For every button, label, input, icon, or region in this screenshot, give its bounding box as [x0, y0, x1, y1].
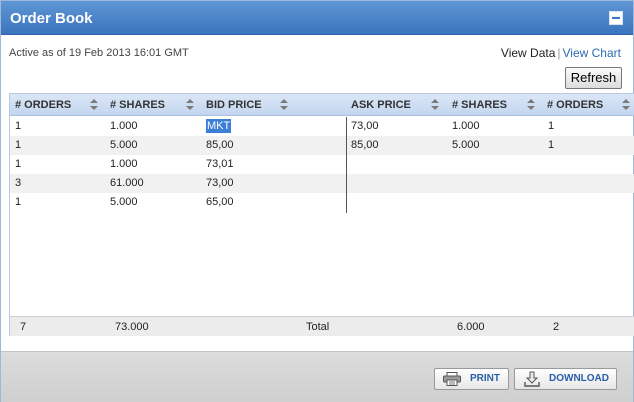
minimize-icon[interactable]: [609, 11, 623, 25]
ask-shares-cell: 1.000: [452, 120, 480, 132]
bid-orders-cell: 3: [15, 177, 22, 189]
table-header: # ORDERS # SHARES BID PRICE ASK PRICE # …: [10, 94, 634, 116]
col-header-ask-shares[interactable]: # SHARES: [452, 94, 507, 116]
total-bid-shares: 73.000: [115, 321, 149, 333]
title-bar: Order Book: [1, 1, 633, 35]
download-button[interactable]: DOWNLOAD: [514, 368, 617, 390]
bid-price-cell: 73,01: [206, 158, 234, 170]
col-header-ask-price[interactable]: ASK PRICE: [351, 94, 411, 116]
bid-orders-cell: 1: [15, 139, 22, 151]
table-row[interactable]: 1 5.000 65,00: [10, 193, 634, 212]
order-book-window: Order Book Active as of 19 Feb 2013 16:0…: [0, 0, 634, 402]
view-separator: |: [557, 46, 561, 60]
sort-icon[interactable]: [622, 99, 630, 111]
bid-shares-cell: 61.000: [110, 177, 144, 189]
bid-price-cell: 65,00: [206, 196, 234, 208]
col-header-bid-price[interactable]: BID PRICE: [206, 94, 262, 116]
table-row[interactable]: 3 61.000 73,00: [10, 174, 634, 193]
totals-row: 7 73.000 Total 6.000 2: [10, 316, 634, 336]
refresh-button[interactable]: Refresh: [565, 67, 622, 89]
print-label: PRINT: [470, 373, 500, 384]
bid-price-cell: MKT: [206, 119, 232, 133]
window-title: Order Book: [10, 10, 93, 27]
total-bid-orders: 7: [20, 321, 27, 333]
bid-shares-cell: 1.000: [110, 158, 138, 170]
bid-shares-cell: 5.000: [110, 196, 138, 208]
table-row[interactable]: 1 5.000 85,00 85,00 5.000 1: [10, 136, 634, 155]
bid-shares-cell: 1.000: [110, 120, 138, 132]
ask-shares-cell: 5.000: [452, 139, 480, 151]
sort-icon[interactable]: [186, 99, 194, 111]
print-button[interactable]: PRINT: [434, 368, 509, 390]
total-ask-orders: 2: [553, 321, 560, 333]
bid-shares-cell: 5.000: [110, 139, 138, 151]
sort-icon[interactable]: [280, 99, 288, 111]
total-label: Total: [306, 321, 330, 333]
total-ask-shares: 6.000: [457, 321, 485, 333]
status-text: Active as of 19 Feb 2013 16:01 GMT: [9, 47, 189, 59]
download-icon: [524, 371, 540, 387]
bid-orders-cell: 1: [15, 196, 22, 208]
view-data-link[interactable]: View Data: [501, 46, 555, 60]
sort-icon[interactable]: [90, 99, 98, 111]
col-header-bid-shares[interactable]: # SHARES: [110, 94, 165, 116]
table-row[interactable]: 1 1.000 MKT 73,00 1.000 1: [10, 117, 634, 136]
ask-price-cell: 73,00: [351, 120, 379, 132]
view-chart-link[interactable]: View Chart: [563, 46, 621, 60]
printer-icon: [443, 372, 461, 386]
view-toggle: View Data | View Chart: [501, 46, 621, 60]
download-label: DOWNLOAD: [549, 373, 609, 384]
bid-price-cell: 85,00: [206, 139, 234, 151]
ask-orders-cell: 1: [548, 120, 555, 132]
action-bar: PRINT DOWNLOAD: [1, 351, 633, 402]
bid-orders-cell: 1: [15, 158, 22, 170]
order-book-table: # ORDERS # SHARES BID PRICE ASK PRICE # …: [9, 93, 634, 336]
sort-icon[interactable]: [431, 99, 439, 111]
bid-ask-divider: [346, 117, 347, 213]
sort-icon[interactable]: [527, 99, 535, 111]
col-header-ask-orders[interactable]: # ORDERS: [547, 94, 603, 116]
bid-orders-cell: 1: [15, 120, 22, 132]
col-header-bid-orders[interactable]: # ORDERS: [15, 94, 71, 116]
ask-orders-cell: 1: [548, 139, 555, 151]
ask-price-cell: 85,00: [351, 139, 379, 151]
table-row[interactable]: 1 1.000 73,01: [10, 155, 634, 174]
bid-price-cell: 73,00: [206, 177, 234, 189]
